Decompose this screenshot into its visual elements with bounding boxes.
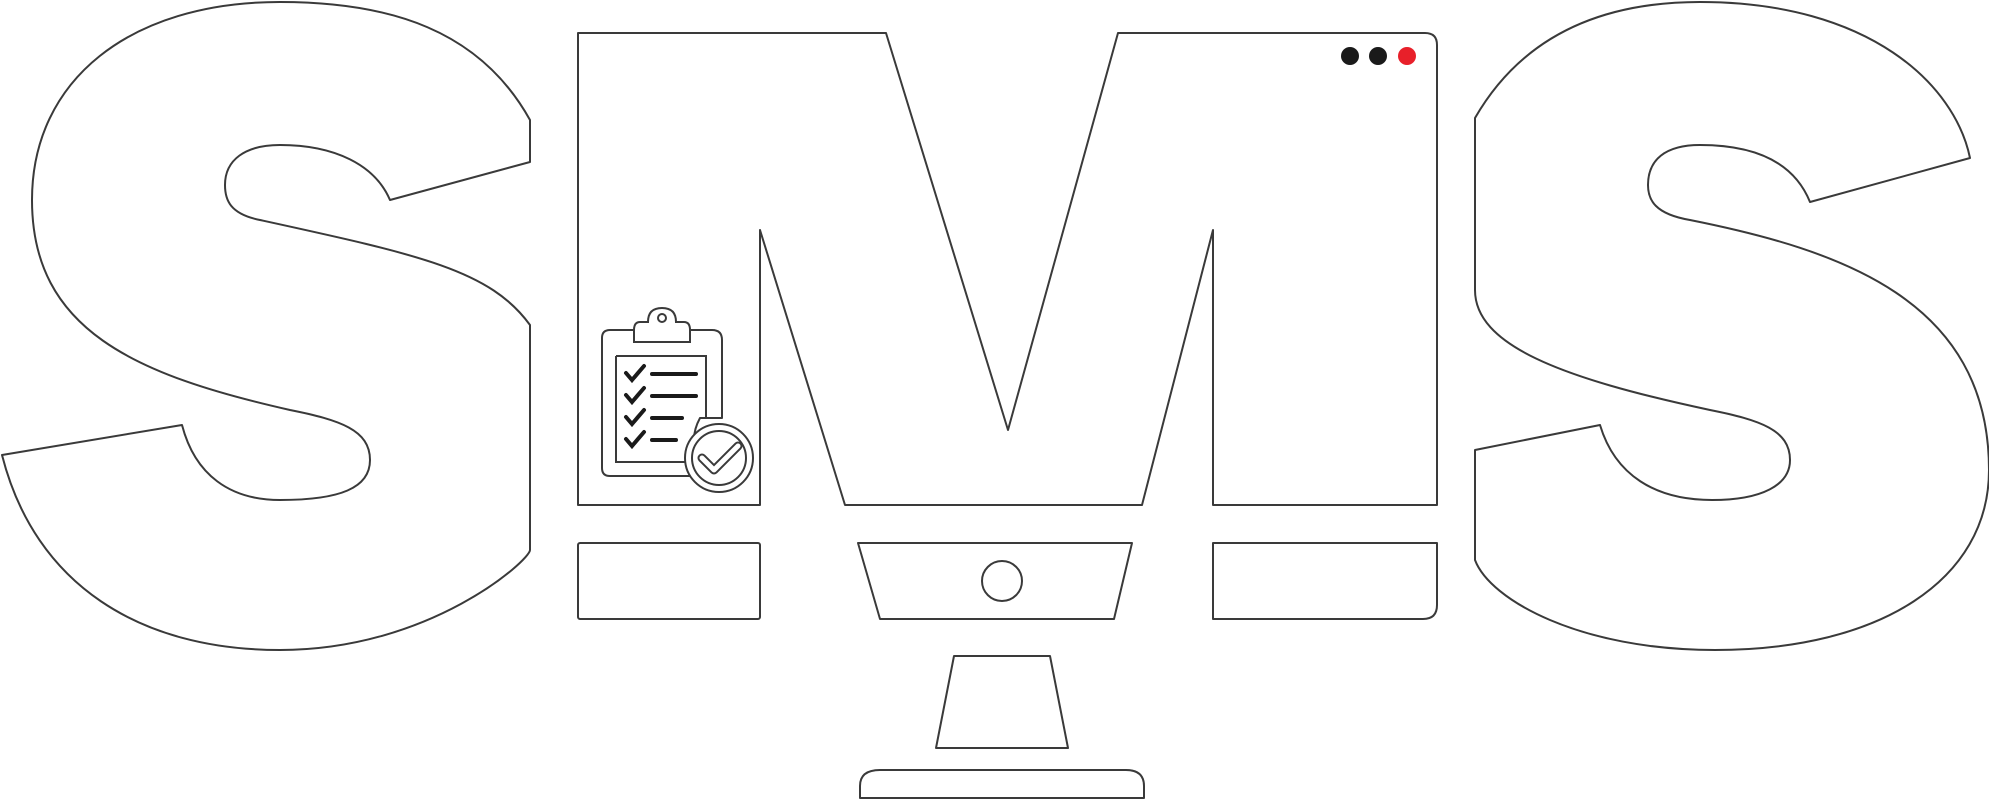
sms-logo [1, 1, 1989, 799]
window-control-dots [1341, 47, 1416, 65]
power-button-icon [981, 560, 1023, 602]
letter-s-right [1474, 1, 1989, 651]
bezel-left [577, 542, 761, 620]
sms-logo-canvas [0, 0, 1989, 801]
letter-s-left [1, 1, 531, 651]
monitor-stand-neck [935, 655, 1069, 749]
window-dot-red [1398, 47, 1416, 65]
check-circle-icon [684, 423, 754, 493]
window-dot-dark-2 [1369, 47, 1387, 65]
bezel-right [1212, 542, 1438, 620]
window-dot-dark-1 [1341, 47, 1359, 65]
monitor-stand-base [859, 769, 1145, 799]
